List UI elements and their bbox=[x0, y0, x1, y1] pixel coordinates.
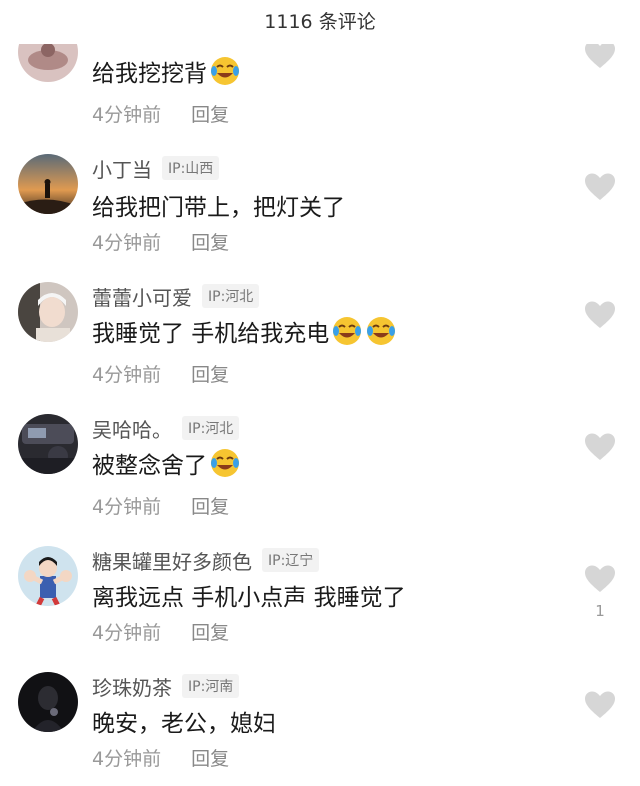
reply-button[interactable]: 回复 bbox=[191, 744, 229, 771]
comment-count-title: 1116 条评论 bbox=[264, 11, 376, 33]
avatar[interactable] bbox=[18, 546, 78, 606]
comment-text: 我睡觉了 手机给我充电 bbox=[92, 314, 397, 348]
heart-icon bbox=[585, 433, 615, 460]
tears-of-joy-emoji-icon bbox=[209, 55, 241, 87]
ip-location-badge: IP:河北 bbox=[182, 416, 240, 440]
reply-button[interactable]: 回复 bbox=[191, 100, 229, 127]
comment-time: 4分钟前 bbox=[92, 364, 162, 386]
ip-location-badge: IP:河南 bbox=[182, 674, 240, 698]
user-name[interactable]: 珍珠奶茶 bbox=[92, 672, 172, 701]
like-count: 1 bbox=[595, 602, 605, 620]
avatar[interactable] bbox=[18, 672, 78, 732]
heart-icon bbox=[585, 565, 615, 592]
reply-button[interactable]: 回复 bbox=[191, 228, 229, 255]
like-button[interactable] bbox=[584, 172, 616, 202]
comment-text: 给我把门带上，把灯关了 bbox=[92, 195, 345, 221]
comment-time: 4分钟前 bbox=[92, 748, 162, 770]
comment-time: 4分钟前 bbox=[92, 496, 162, 518]
tears-of-joy-emoji-icon bbox=[365, 315, 397, 347]
comment-time: 4分钟前 bbox=[92, 104, 162, 126]
user-name[interactable]: 糖果罐里好多颜色 bbox=[92, 546, 252, 575]
avatar[interactable] bbox=[18, 414, 78, 474]
ip-location-badge: IP:河北 bbox=[202, 284, 260, 308]
like-button[interactable] bbox=[584, 300, 616, 330]
comment-text: 晚安，老公，媳妇 bbox=[92, 711, 276, 737]
reply-button[interactable]: 回复 bbox=[191, 492, 229, 519]
heart-icon bbox=[585, 173, 615, 200]
reply-button[interactable]: 回复 bbox=[191, 618, 229, 645]
like-button[interactable] bbox=[584, 432, 616, 462]
heart-icon bbox=[585, 301, 615, 328]
like-button[interactable] bbox=[584, 564, 616, 594]
comment-text: 被整念舍了 bbox=[92, 446, 241, 480]
like-button[interactable] bbox=[584, 690, 616, 720]
comments-header: 1116 条评论 bbox=[0, 0, 640, 44]
avatar[interactable] bbox=[18, 154, 78, 214]
user-name[interactable]: 吴哈哈。 bbox=[92, 414, 172, 443]
tears-of-joy-emoji-icon bbox=[331, 315, 363, 347]
heart-icon bbox=[585, 691, 615, 718]
heart-icon bbox=[585, 41, 615, 68]
comment-time: 4分钟前 bbox=[92, 622, 162, 644]
comment-text: 给我挖挖背 bbox=[92, 54, 241, 88]
ip-location-badge: IP:山西 bbox=[162, 156, 220, 180]
user-name[interactable]: 小丁当 bbox=[92, 154, 152, 183]
ip-location-badge: IP:辽宁 bbox=[262, 548, 320, 572]
comment-text: 离我远点 手机小点声 我睡觉了 bbox=[92, 585, 406, 611]
user-name[interactable]: 蕾蕾小可爱 bbox=[92, 282, 192, 311]
like-button[interactable] bbox=[584, 40, 616, 70]
reply-button[interactable]: 回复 bbox=[191, 360, 229, 387]
avatar[interactable] bbox=[18, 282, 78, 342]
comment-time: 4分钟前 bbox=[92, 232, 162, 254]
tears-of-joy-emoji-icon bbox=[209, 447, 241, 479]
